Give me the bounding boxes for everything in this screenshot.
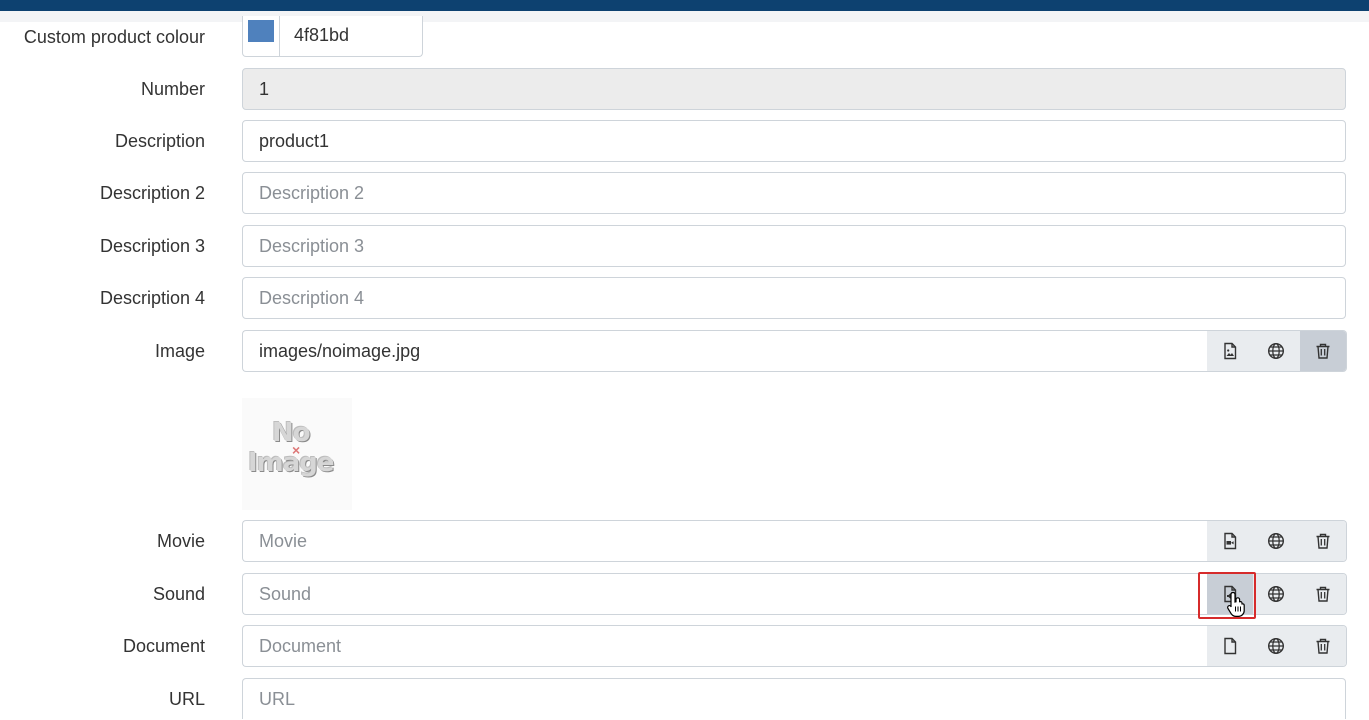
sound-label: Sound	[152, 584, 205, 604]
no-image-text-line2: Image	[248, 448, 335, 478]
description4-label: Description 4	[99, 288, 205, 308]
movie-browse-button[interactable]	[1207, 521, 1254, 561]
trash-icon	[1316, 533, 1330, 549]
colour-swatch[interactable]	[248, 20, 274, 42]
colour-picker[interactable]: 4f81bd	[242, 16, 423, 57]
file-video-icon	[1224, 532, 1237, 550]
url-field[interactable]	[242, 678, 1346, 719]
movie-button-group	[1207, 520, 1347, 562]
url-label: URL	[168, 689, 205, 709]
description-label: Description	[114, 131, 205, 151]
sound-field[interactable]	[242, 573, 1208, 615]
sound-url-button[interactable]	[1253, 574, 1300, 614]
file-icon	[1224, 637, 1237, 655]
top-header-bar	[0, 0, 1369, 11]
description-field[interactable]	[242, 120, 1346, 162]
document-field[interactable]	[242, 625, 1208, 667]
image-row: Image	[0, 330, 1369, 372]
number-label: Number	[140, 79, 205, 99]
trash-icon	[1316, 586, 1330, 602]
document-browse-button[interactable]	[1207, 626, 1254, 666]
sound-row: Sound	[0, 573, 1369, 615]
image-browse-button[interactable]	[1207, 331, 1254, 371]
document-delete-button[interactable]	[1299, 626, 1346, 666]
globe-icon	[1268, 342, 1285, 360]
trash-icon	[1316, 638, 1330, 654]
sound-delete-button[interactable]	[1299, 574, 1346, 614]
description2-label: Description 2	[99, 183, 205, 203]
number-field	[242, 68, 1346, 110]
file-image-icon	[1224, 342, 1237, 360]
document-button-group	[1207, 625, 1347, 667]
movie-label: Movie	[156, 531, 205, 551]
globe-icon	[1268, 637, 1285, 655]
globe-icon	[1268, 585, 1285, 603]
number-row: Number	[0, 68, 1369, 110]
description3-field[interactable]	[242, 225, 1346, 267]
image-label: Image	[154, 341, 205, 361]
description-row: Description	[0, 120, 1369, 162]
description2-row: Description 2	[0, 172, 1369, 214]
hand-cursor-icon	[1227, 591, 1245, 617]
description4-field[interactable]	[242, 277, 1346, 319]
document-url-button[interactable]	[1253, 626, 1300, 666]
url-row: URL	[0, 678, 1369, 720]
image-preview: No × Image	[242, 398, 352, 510]
colour-value[interactable]: 4f81bd	[294, 20, 349, 50]
description3-row: Description 3	[0, 225, 1369, 267]
description4-row: Description 4	[0, 277, 1369, 319]
movie-row: Movie	[0, 520, 1369, 562]
image-field[interactable]	[242, 330, 1208, 372]
no-image-text-line1: No	[272, 418, 311, 448]
document-row: Document	[0, 625, 1369, 667]
image-url-button[interactable]	[1253, 331, 1300, 371]
document-label: Document	[122, 636, 205, 656]
movie-url-button[interactable]	[1253, 521, 1300, 561]
movie-field[interactable]	[242, 520, 1208, 562]
custom-colour-label: Custom product colour	[23, 27, 205, 47]
image-delete-button[interactable]	[1299, 331, 1346, 371]
description3-label: Description 3	[99, 236, 205, 256]
globe-icon	[1268, 532, 1285, 550]
image-button-group	[1207, 330, 1347, 372]
movie-delete-button[interactable]	[1299, 521, 1346, 561]
colour-swatch-wrap[interactable]	[243, 16, 280, 56]
description2-field[interactable]	[242, 172, 1346, 214]
custom-colour-row: Custom product colour 4f81bd	[0, 16, 1369, 58]
trash-icon	[1316, 343, 1330, 359]
